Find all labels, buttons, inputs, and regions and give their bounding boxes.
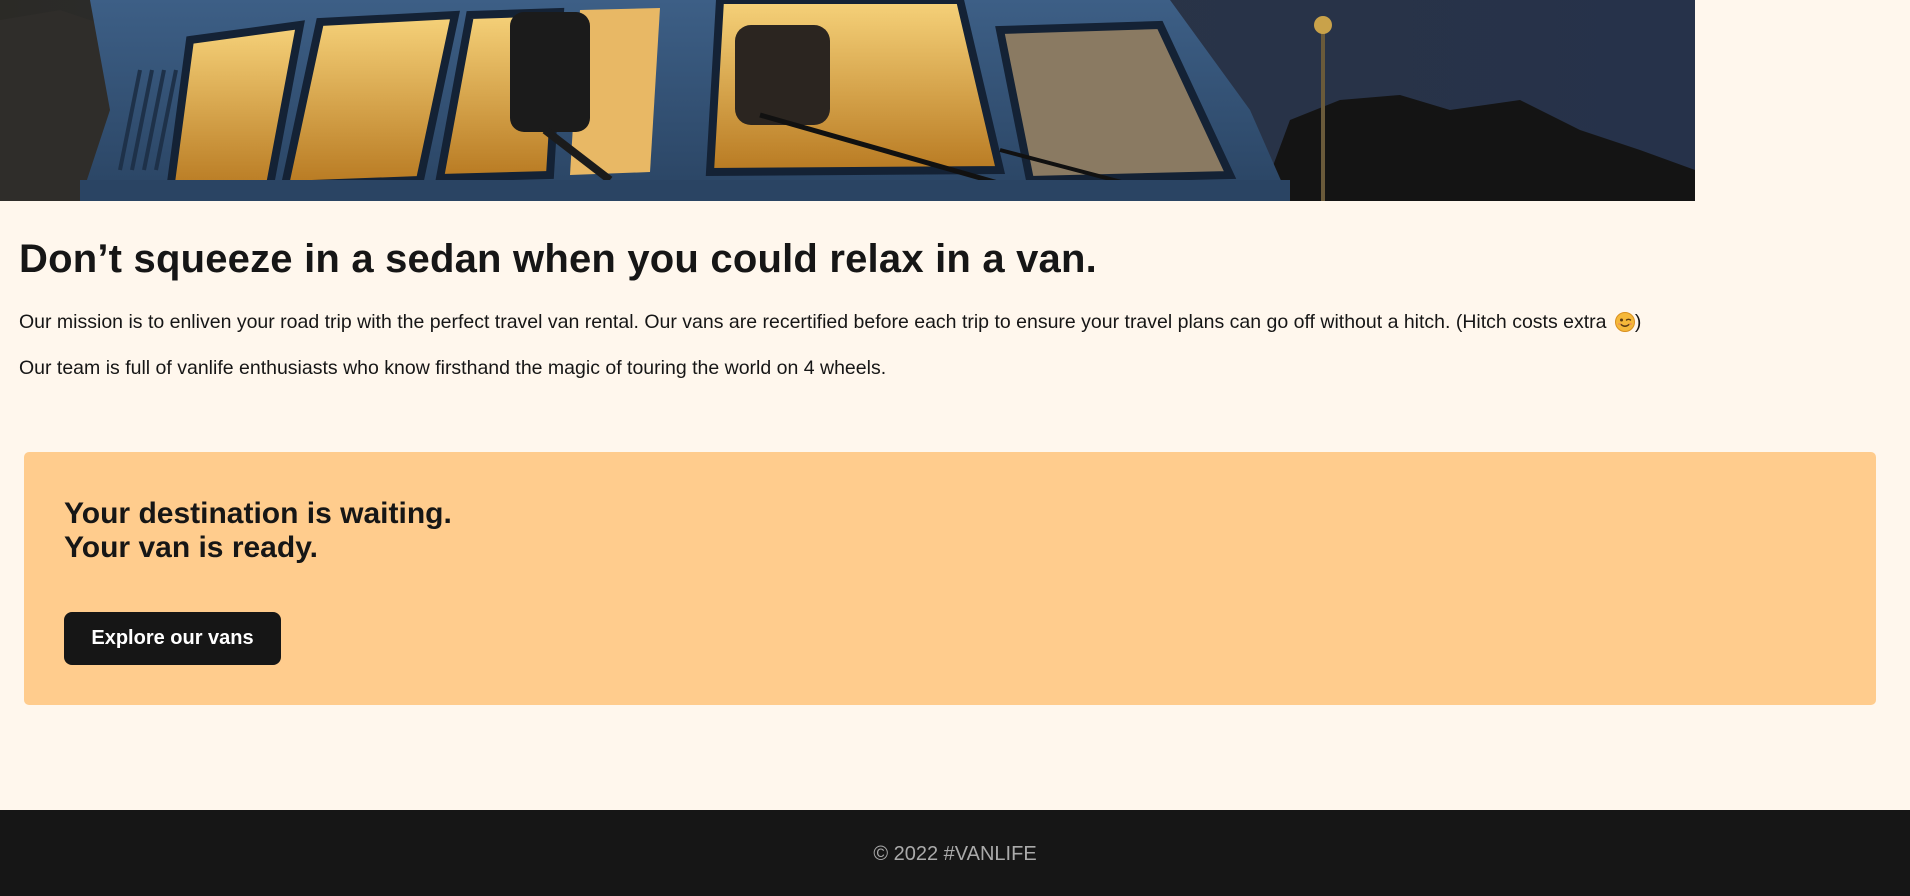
footer-copyright: © 2022 #VANLIFE (873, 843, 1037, 865)
about-heading: Don’t squeeze in a sedan when you could … (19, 237, 1097, 281)
mission-text: Our mission is to enliven your road trip… (19, 311, 1612, 333)
explore-vans-button[interactable]: Explore our vans (64, 612, 281, 665)
cta-heading: Your destination is waiting. Your van is… (64, 497, 452, 565)
hero-image (0, 0, 1695, 201)
cta-line-1: Your destination is waiting. (64, 497, 452, 530)
mission-text-end: ) (1634, 311, 1642, 333)
call-to-action-box: Your destination is waiting. Your van is… (24, 452, 1876, 705)
team-paragraph: Our team is full of vanlife enthusiasts … (19, 357, 887, 379)
about-section: Don’t squeeze in a sedan when you could … (19, 201, 1879, 380)
mission-paragraph: Our mission is to enliven your road trip… (19, 310, 1879, 334)
cta-line-2: Your van is ready. (64, 531, 318, 564)
footer: © 2022 #VANLIFE (0, 810, 1910, 896)
about-page: Don’t squeeze in a sedan when you could … (0, 0, 1910, 896)
wink-emoji-icon (1614, 312, 1635, 332)
